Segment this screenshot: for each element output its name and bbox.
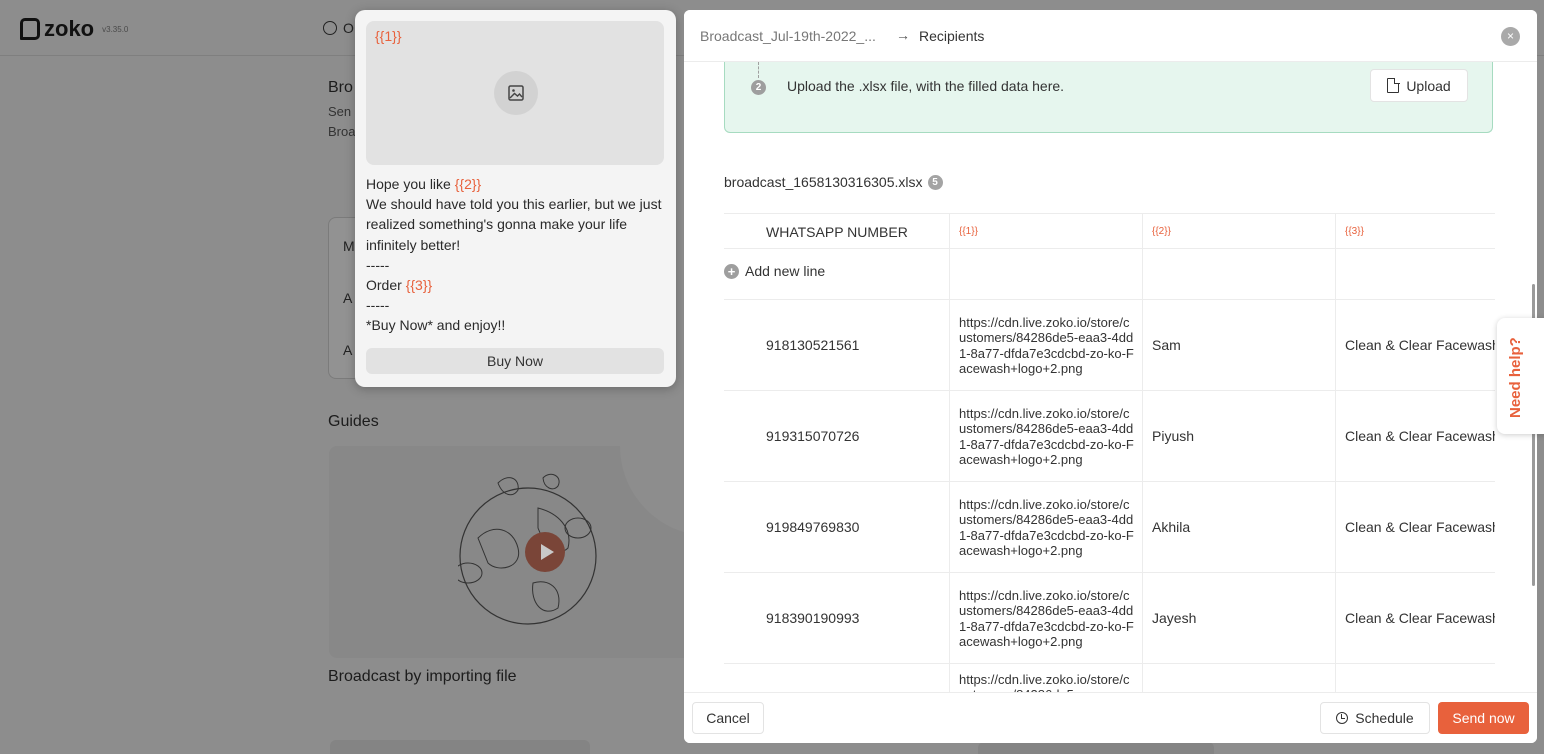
- cell-image-url: https://cdn.live.zoko.io/store/customers…: [959, 672, 1130, 693]
- table-row[interactable]: 919315070726 https://cdn.live.zoko.io/st…: [724, 390, 1495, 481]
- message-closing: *Buy Now* and enjoy!!: [366, 317, 506, 334]
- logo[interactable]: zoko v3.35.0: [20, 16, 128, 42]
- cell-name: Piyush: [1152, 428, 1195, 444]
- add-new-line-label: Add new line: [745, 263, 826, 279]
- column-header-var2: {{2}}: [1152, 226, 1171, 237]
- cell-product: Clean & Clear Facewash: [1345, 428, 1495, 444]
- upload-step: 2 Upload the .xlsx file, with the filled…: [724, 62, 1493, 133]
- add-icon: +: [724, 263, 739, 279]
- cell-image-url: https://cdn.live.zoko.io/store/customers…: [959, 588, 1134, 649]
- cell-image-url: https://cdn.live.zoko.io/store/customers…: [959, 406, 1134, 467]
- card-option-label-2: A: [343, 342, 353, 358]
- column-header-var1: {{1}}: [959, 226, 978, 237]
- panel-footer: Cancel Schedule Send now: [684, 692, 1537, 743]
- cell-product: Clean & Clear Facewash: [1345, 337, 1495, 353]
- cell-name: Sam: [1152, 337, 1181, 353]
- table-header: WHATSAPP NUMBER {{1}} {{2}} {{3}}: [724, 213, 1495, 249]
- message-divider: -----: [366, 256, 390, 273]
- play-icon[interactable]: [525, 532, 565, 572]
- card-label: M: [343, 238, 355, 254]
- page-subtitle-2: Broa: [328, 124, 356, 139]
- recipients-panel: Broadcast_Jul-19th-2022_... → Recipients…: [684, 10, 1537, 743]
- close-icon[interactable]: ×: [1501, 27, 1520, 46]
- arrow-right-icon: →: [896, 27, 910, 43]
- table-row[interactable]: 918390190993 https://cdn.live.zoko.io/st…: [724, 572, 1495, 663]
- cell-product: Clean & Clear Facewash: [1345, 610, 1495, 626]
- page-heading: Bro: [328, 79, 353, 96]
- media-variable: {{1}}: [375, 28, 402, 44]
- breadcrumb-current: Recipients: [919, 28, 985, 44]
- uploaded-file: broadcast_1658130316305.xlsx 5: [724, 174, 943, 190]
- upload-button[interactable]: Upload: [1370, 69, 1468, 102]
- message-line: Hope you like {{2}}: [366, 176, 482, 192]
- cell-image-url: https://cdn.live.zoko.io/store/customers…: [959, 497, 1134, 558]
- media-placeholder: {{1}}: [366, 21, 664, 165]
- cell-number: 918130521561: [766, 337, 860, 353]
- file-name: broadcast_1658130316305.xlsx: [724, 174, 923, 190]
- cell-name: Akhila: [1152, 519, 1191, 535]
- message-body: Hope you like {{2}} We should have told …: [366, 174, 666, 336]
- step-number: 2: [751, 80, 766, 95]
- breadcrumb-parent[interactable]: Broadcast_Jul-19th-2022_...: [700, 28, 876, 44]
- cell-product: Clean & Clear Facewash: [1345, 519, 1495, 535]
- card-option-label: A: [343, 290, 353, 306]
- cell-image-url: https://cdn.live.zoko.io/store/customers…: [959, 315, 1134, 376]
- send-now-button[interactable]: Send now: [1438, 702, 1529, 734]
- step-connector: [758, 62, 759, 78]
- logo-icon: [20, 18, 40, 40]
- schedule-button[interactable]: Schedule: [1320, 702, 1430, 734]
- cell-number: 918390190993: [766, 610, 860, 626]
- template-preview: {{1}} Hope you like {{2}} We should have…: [355, 10, 676, 387]
- row-count-badge: 5: [927, 174, 943, 190]
- guides-title: Guides: [328, 413, 379, 430]
- cell-name: Jayesh: [1152, 610, 1197, 626]
- cancel-button[interactable]: Cancel: [692, 702, 764, 734]
- message-divider-2: -----: [366, 297, 390, 314]
- clock-icon: [1336, 712, 1349, 724]
- buy-now-button[interactable]: Buy Now: [366, 348, 664, 374]
- need-help-tab[interactable]: Need help?: [1497, 318, 1544, 434]
- message-order-line: Order {{3}}: [366, 277, 433, 294]
- guide-caption: Broadcast by importing file: [328, 668, 517, 685]
- message-paragraph: We should have told you this earlier, bu…: [366, 196, 662, 253]
- upload-instruction: Upload the .xlsx file, with the filled d…: [787, 78, 1065, 94]
- add-new-line-button[interactable]: + Add new line: [724, 262, 825, 280]
- variable-2: {{2}}: [454, 176, 482, 192]
- table-row[interactable]: https://cdn.live.zoko.io/store/customers…: [724, 663, 1495, 693]
- version-label: v3.35.0: [102, 24, 129, 34]
- recipients-table: WHATSAPP NUMBER {{1}} {{2}} {{3}} + Add …: [724, 213, 1495, 693]
- bottom-card: [330, 740, 590, 754]
- radio-button[interactable]: [323, 21, 337, 35]
- logo-text: zoko: [44, 16, 95, 41]
- upload-button-label: Upload: [1406, 77, 1451, 94]
- cell-product: [1345, 664, 1495, 693]
- variable-3: {{3}}: [405, 277, 433, 294]
- table-row[interactable]: 918130521561 https://cdn.live.zoko.io/st…: [724, 299, 1495, 390]
- file-icon: [1387, 77, 1400, 93]
- column-header-var3: {{3}}: [1345, 226, 1364, 237]
- column-header-number: WHATSAPP NUMBER: [766, 223, 908, 240]
- schedule-button-label: Schedule: [1355, 710, 1414, 726]
- bottom-card-2: [978, 742, 1214, 754]
- table-row[interactable]: 919849769830 https://cdn.live.zoko.io/st…: [724, 481, 1495, 572]
- radio-label: O: [343, 20, 354, 36]
- image-icon: [494, 71, 538, 115]
- need-help-label: Need help?: [1507, 337, 1524, 418]
- cell-number: 919849769830: [766, 519, 860, 535]
- cell-number: 919315070726: [766, 428, 860, 444]
- page-subtitle: Sen: [328, 104, 352, 119]
- panel-header: Broadcast_Jul-19th-2022_... → Recipients…: [684, 10, 1537, 62]
